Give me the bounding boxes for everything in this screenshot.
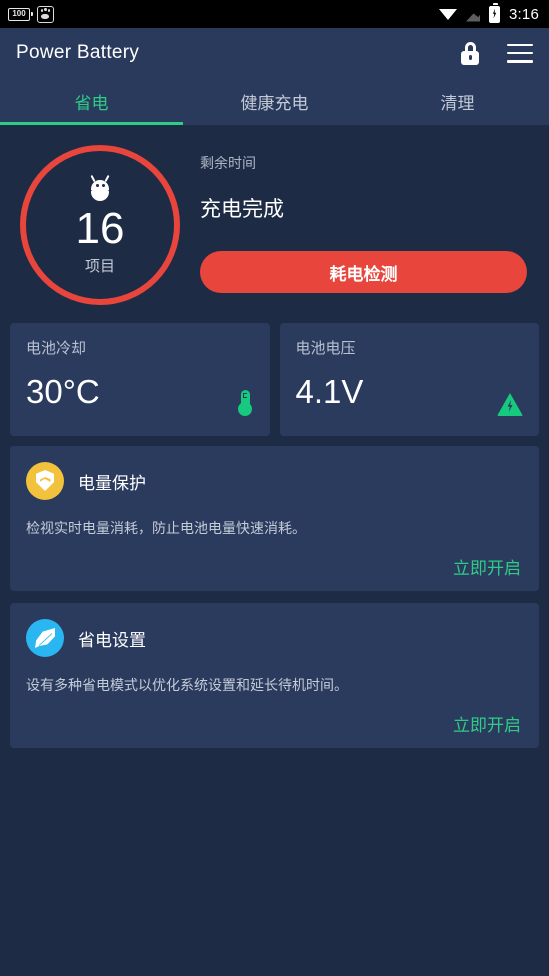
stat-label-battery-voltage: 电池电压 bbox=[295, 340, 356, 357]
remaining-time-label: 剩余时间 bbox=[200, 155, 256, 171]
feature-header-power-protection: 电量保护 bbox=[26, 462, 523, 500]
clock: 3:16 bbox=[509, 5, 539, 23]
gauge-value: 16 bbox=[75, 204, 125, 253]
gauge-label: 项目 bbox=[84, 258, 115, 275]
voltage-triangle-icon bbox=[497, 393, 523, 416]
feature-action-power-protection[interactable]: 立即开启 bbox=[26, 554, 523, 579]
battery-level-text: 100 bbox=[12, 9, 26, 18]
hamburger-menu-icon[interactable] bbox=[507, 43, 533, 63]
hero-info: 剩余时间 充电完成 耗电检测 bbox=[190, 141, 539, 293]
app-bar: Power Battery bbox=[0, 28, 549, 78]
feature-desc-power-saving-settings: 设有多种省电模式以优化系统设置和延长待机时间。 bbox=[26, 677, 348, 693]
stat-card-row: 电池冷却 30°C 电池电压 4.1V bbox=[0, 323, 549, 436]
hero-section: 16 项目 剩余时间 充电完成 耗电检测 bbox=[0, 125, 549, 323]
stat-value-battery-cooling: 30°C bbox=[26, 373, 100, 410]
stat-card-battery-cooling[interactable]: 电池冷却 30°C bbox=[10, 323, 270, 436]
android-robot-icon bbox=[87, 174, 113, 202]
app-title: Power Battery bbox=[16, 42, 140, 63]
status-bar: 100 3:16 bbox=[0, 0, 549, 28]
feature-title-power-saving-settings: 省电设置 bbox=[78, 630, 146, 650]
app-bar-actions bbox=[459, 41, 533, 65]
feature-desc-power-protection: 检视实时电量消耗，防止电池电量快速消耗。 bbox=[26, 520, 306, 536]
status-bar-right-icons: 3:16 bbox=[439, 3, 539, 23]
status-bar-left-icons: 100 bbox=[8, 5, 54, 23]
lock-icon[interactable] bbox=[459, 41, 481, 65]
main-content: 16 项目 剩余时间 充电完成 耗电检测 电池冷却 30°C 电池电压 4.1V bbox=[0, 125, 549, 976]
tab-cleanup-label: 清理 bbox=[440, 94, 475, 113]
tab-power-saving-label: 省电 bbox=[74, 94, 109, 113]
tab-cleanup[interactable]: 清理 bbox=[366, 78, 549, 125]
tab-power-saving[interactable]: 省电 bbox=[0, 78, 183, 125]
power-drain-detect-button[interactable]: 耗电检测 bbox=[200, 251, 527, 293]
tab-bar: 省电 健康充电 清理 bbox=[0, 78, 549, 125]
feature-title-power-protection: 电量保护 bbox=[78, 473, 146, 493]
feature-card-list: 电量保护 检视实时电量消耗，防止电池电量快速消耗。 立即开启 省电设置 设有多种… bbox=[0, 436, 549, 748]
battery-gauge-circle[interactable]: 16 项目 bbox=[20, 145, 180, 305]
gauge-wrapper: 16 项目 bbox=[10, 141, 190, 305]
baidu-paw-icon bbox=[37, 5, 54, 23]
feature-card-power-saving-settings[interactable]: 省电设置 设有多种省电模式以优化系统设置和延长待机时间。 立即开启 bbox=[10, 603, 539, 748]
tab-healthy-charging-label: 健康充电 bbox=[240, 94, 309, 113]
feature-header-power-saving-settings: 省电设置 bbox=[26, 619, 523, 657]
stat-label-battery-cooling: 电池冷却 bbox=[26, 340, 87, 357]
tab-healthy-charging[interactable]: 健康充电 bbox=[183, 78, 366, 125]
shield-icon bbox=[26, 462, 64, 500]
signal-icon bbox=[466, 6, 480, 22]
stat-card-battery-voltage[interactable]: 电池电压 4.1V bbox=[279, 323, 539, 436]
feature-action-power-saving-settings[interactable]: 立即开启 bbox=[26, 711, 523, 736]
leaf-icon bbox=[26, 619, 64, 657]
charging-battery-icon bbox=[489, 3, 500, 23]
thermometer-icon bbox=[237, 390, 254, 416]
stat-value-battery-voltage: 4.1V bbox=[295, 373, 364, 410]
wifi-icon bbox=[439, 7, 457, 21]
battery-level-icon: 100 bbox=[8, 7, 33, 21]
feature-card-power-protection[interactable]: 电量保护 检视实时电量消耗，防止电池电量快速消耗。 立即开启 bbox=[10, 446, 539, 591]
charge-status-text: 充电完成 bbox=[200, 198, 284, 221]
